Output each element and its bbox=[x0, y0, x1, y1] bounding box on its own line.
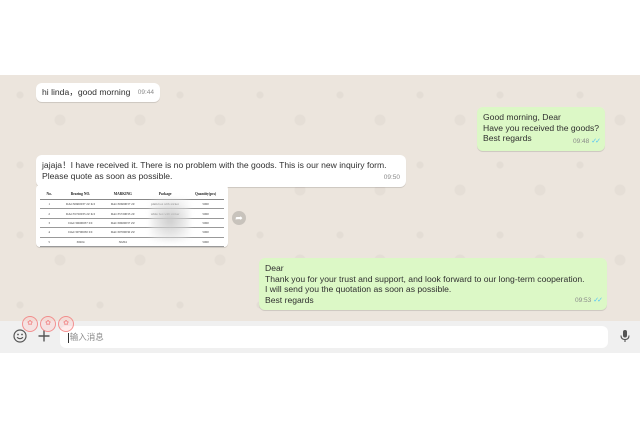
message-text: Good morning, Dear bbox=[483, 112, 561, 122]
table-cell: DAC35720033 2Z bbox=[102, 208, 144, 219]
table-cell: 30204 bbox=[58, 237, 103, 247]
table-cell: DAC30600037 2Z bbox=[102, 199, 144, 210]
text-caret bbox=[68, 332, 69, 343]
message-time: 09:53 bbox=[574, 297, 592, 305]
table-row: 4 DAC30700030 ZZ DAC30700030 ZZ 5000 bbox=[40, 227, 224, 238]
message-time: 09:50 bbox=[383, 174, 400, 182]
read-ticks-icon: ✓✓ bbox=[593, 297, 603, 305]
table-cell: 5000 bbox=[187, 218, 224, 229]
blurred-region bbox=[150, 198, 190, 242]
message-outgoing[interactable]: Good morning, Dear Have you received the… bbox=[477, 107, 605, 151]
composer-bar: 输入消息 bbox=[0, 321, 640, 353]
table-cell: 5000 bbox=[187, 199, 224, 210]
message-incoming[interactable]: jajaja！I have received it. There is no p… bbox=[36, 155, 406, 187]
table-cell: DAC30600037 ZZ bbox=[58, 218, 103, 229]
message-text: Thank you for your trust and support, an… bbox=[265, 273, 585, 284]
table-cell: 6005 2RS bbox=[102, 246, 144, 247]
forward-arrow-icon[interactable]: ➦ bbox=[232, 211, 246, 225]
table-cell: 5000 bbox=[187, 237, 224, 247]
table-cell: 5 bbox=[40, 237, 59, 247]
watermark-stamps: ✿ ✿ ✿ bbox=[22, 316, 74, 332]
message-text: Please quote as soon as possible. bbox=[42, 170, 173, 181]
watermark-icon: ✿ bbox=[40, 316, 56, 332]
table-cell: Plastic b... bbox=[143, 246, 188, 247]
table-cell: DAC30600037 2Z K/I bbox=[58, 199, 103, 210]
table-cell: 6005 2RS bbox=[58, 246, 103, 247]
message-input-placeholder: 输入消息 bbox=[69, 332, 104, 342]
column-header: Bearing NO. bbox=[58, 188, 103, 200]
table-row: 1DAC30600037 2Z K/IDAC30600037 2Zplain b… bbox=[40, 199, 224, 210]
table-cell: 5000 bbox=[187, 208, 224, 219]
message-outgoing[interactable]: Dear Thank you for your trust and suppor… bbox=[259, 258, 607, 310]
message-text: Have you received the goods? bbox=[483, 122, 600, 133]
table-row: 66005 2RS6005 2RSPlastic b... bbox=[40, 246, 224, 247]
message-time-wrap: 09:53 ✓✓ bbox=[574, 296, 603, 307]
message-input[interactable]: 输入消息 bbox=[60, 326, 608, 348]
table-cell: DAC30700030 ZZ bbox=[102, 227, 144, 238]
chat-panel[interactable]: hi linda，good morning 09:44 Good morning… bbox=[0, 75, 640, 321]
table-cell: 6 bbox=[40, 246, 59, 247]
table-cell: 3 bbox=[40, 218, 59, 229]
message-text: Dear bbox=[265, 263, 284, 273]
inquiry-form-image: No. Bearing NO. MARKING Package Quantity… bbox=[40, 188, 224, 247]
message-time: 09:48 bbox=[572, 138, 590, 146]
column-header: No. bbox=[40, 188, 59, 200]
table-header-row: No. Bearing NO. MARKING Package Quantity… bbox=[40, 188, 224, 200]
table-cell: 4 bbox=[40, 227, 59, 238]
table-cell bbox=[187, 246, 224, 247]
table-cell: 30204 bbox=[102, 237, 144, 247]
watermark-icon: ✿ bbox=[22, 316, 38, 332]
table-cell: DAC30600037 ZZ bbox=[102, 218, 144, 229]
microphone-icon[interactable] bbox=[617, 329, 633, 345]
table-row: 5 30204 30204 5000 bbox=[40, 237, 224, 247]
table-cell: 2 bbox=[40, 208, 59, 219]
message-incoming[interactable]: hi linda，good morning 09:44 bbox=[36, 83, 160, 102]
table-cell: 5000 bbox=[187, 227, 224, 238]
table-cell: 1 bbox=[40, 199, 59, 210]
message-time-wrap: 09:48 ✓✓ bbox=[572, 137, 601, 148]
message-text: Best regards bbox=[265, 294, 314, 305]
column-header: Quantity(pcs) bbox=[187, 188, 224, 200]
table-cell: DAC35720033 2Z K/I bbox=[58, 208, 103, 219]
table-row: 3 DAC30600037 ZZ DAC30600037 ZZ 5000 bbox=[40, 218, 224, 229]
message-time: 09:44 bbox=[137, 89, 154, 97]
message-text: jajaja！I have received it. There is no p… bbox=[42, 160, 387, 170]
table-cell: DAC30700030 ZZ bbox=[58, 227, 103, 238]
message-text: I will send you the quotation as soon as… bbox=[265, 284, 452, 295]
table-row: 2DAC35720033 2Z K/IDAC35720033 2Zwhite b… bbox=[40, 208, 224, 219]
column-header: MARKING bbox=[102, 188, 144, 200]
read-ticks-icon: ✓✓ bbox=[591, 138, 601, 146]
watermark-icon: ✿ bbox=[58, 316, 74, 332]
image-attachment[interactable]: No. Bearing NO. MARKING Package Quantity… bbox=[36, 185, 228, 247]
inquiry-table: No. Bearing NO. MARKING Package Quantity… bbox=[40, 188, 224, 247]
